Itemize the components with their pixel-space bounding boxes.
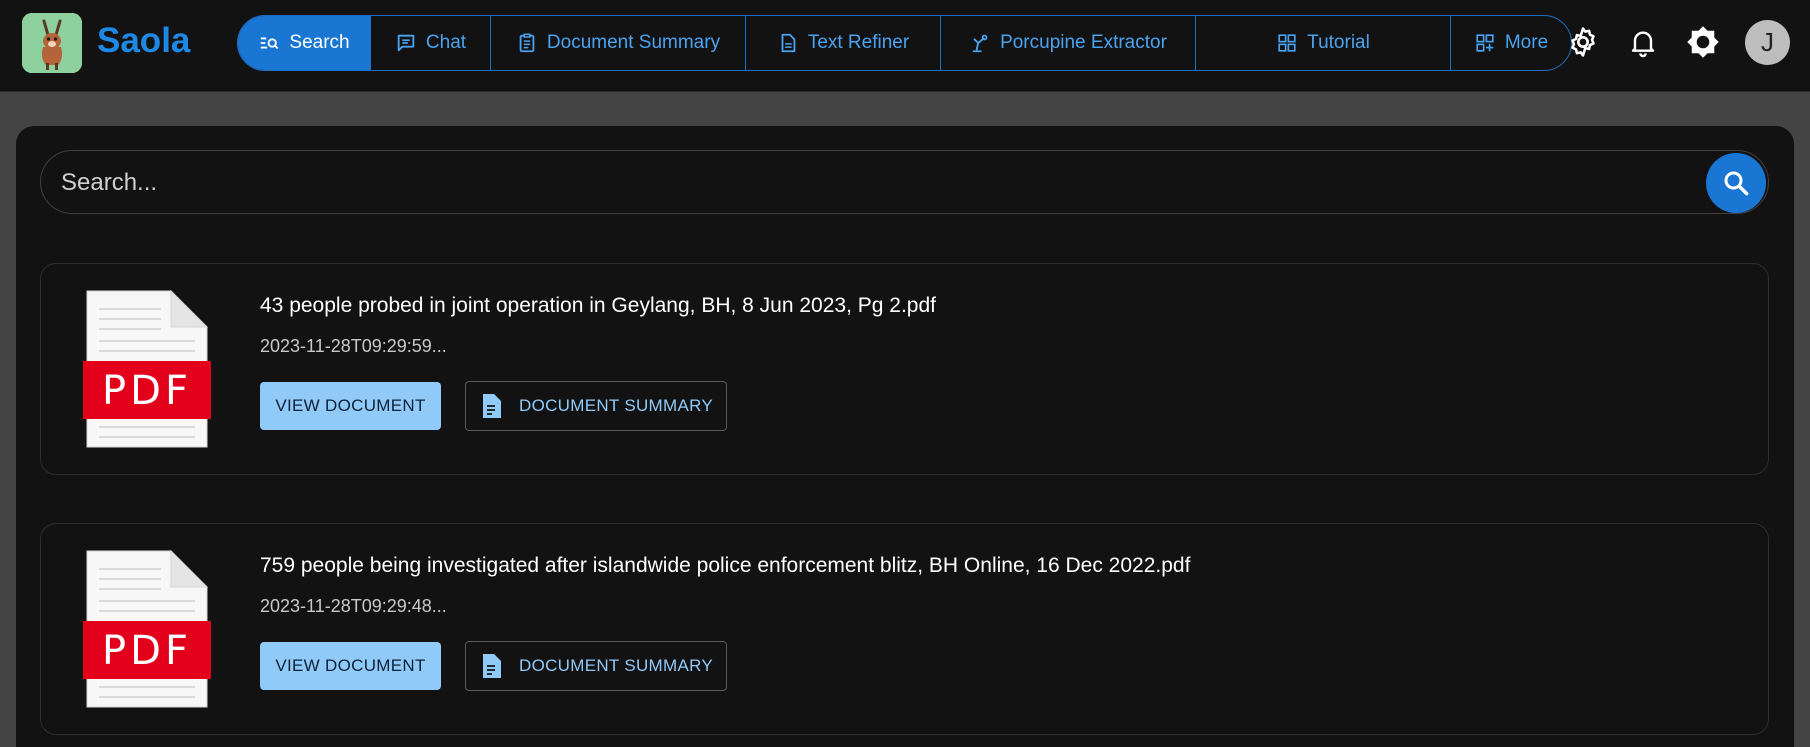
nav-tab-more[interactable]: More — [1451, 16, 1571, 70]
document-summary-label: DOCUMENT SUMMARY — [519, 656, 714, 675]
user-avatar[interactable]: J — [1745, 20, 1790, 65]
extractor-icon — [972, 34, 988, 53]
document-summary-button[interactable]: DOCUMENT SUMMARY — [465, 381, 727, 431]
pdf-badge-label: PDF — [102, 628, 192, 674]
nav-tab-label: Chat — [425, 32, 467, 53]
top-app-bar: Saola Search Chat Document Summary Text … — [0, 0, 1810, 92]
document-date: 2023-11-28T09:29:59... — [260, 336, 447, 356]
view-document-button[interactable]: VIEW DOCUMENT — [260, 642, 441, 690]
main-navigation: Search Chat Document Summary Text Refine… — [237, 15, 1572, 71]
notifications-button[interactable] — [1623, 22, 1663, 62]
pdf-badge-label: PDF — [102, 368, 192, 414]
nav-tab-label: Search — [289, 32, 350, 53]
nav-tab-text-refiner[interactable]: Text Refiner — [746, 16, 941, 70]
search-input[interactable] — [61, 163, 1661, 203]
search-icon — [1724, 171, 1749, 196]
nav-tab-document-summary[interactable]: Document Summary — [491, 16, 746, 70]
document-summary-label: DOCUMENT SUMMARY — [519, 396, 714, 415]
description-icon — [483, 654, 501, 678]
search-bar — [40, 150, 1769, 214]
search-results-panel: PDF 43 people probed in joint operation … — [16, 126, 1794, 747]
clipboard-icon — [519, 33, 535, 53]
settings-button[interactable] — [1563, 22, 1603, 62]
nav-tab-chat[interactable]: Chat — [371, 16, 491, 70]
chat-icon — [397, 34, 415, 52]
document-summary-button[interactable]: DOCUMENT SUMMARY — [465, 641, 727, 691]
saola-logo[interactable] — [22, 13, 82, 73]
document-icon — [781, 33, 796, 53]
pdf-file-icon: PDF — [83, 289, 211, 448]
view-document-button[interactable]: VIEW DOCUMENT — [260, 382, 441, 430]
document-date: 2023-11-28T09:29:48... — [260, 596, 447, 616]
nav-tab-label: Document Summary — [546, 32, 721, 53]
document-title[interactable]: 759 people being investigated after isla… — [260, 554, 1190, 578]
nav-tab-label: Tutorial — [1307, 32, 1370, 53]
theme-toggle-button[interactable] — [1683, 22, 1723, 62]
pdf-file-icon: PDF — [83, 549, 211, 708]
brightness-icon — [1687, 26, 1719, 58]
result-card: PDF 43 people probed in joint operation … — [40, 263, 1769, 475]
grid-plus-icon — [1476, 34, 1494, 52]
nav-tab-label: Text Refiner — [807, 32, 910, 53]
brand-name: Saola — [97, 21, 191, 60]
bell-icon — [1631, 31, 1655, 58]
nav-tab-search[interactable]: Search — [238, 16, 371, 70]
nav-tab-porcupine-extractor[interactable]: Porcupine Extractor — [941, 16, 1196, 70]
result-card: PDF 759 people being investigated after … — [40, 523, 1769, 735]
gear-icon — [1571, 27, 1595, 57]
document-title[interactable]: 43 people probed in joint operation in G… — [260, 294, 936, 318]
manage-search-icon — [261, 37, 279, 50]
search-button[interactable] — [1706, 153, 1766, 213]
nav-tab-tutorial[interactable]: Tutorial — [1196, 16, 1451, 70]
nav-tab-label: More — [1504, 32, 1549, 53]
description-icon — [483, 394, 501, 418]
nav-tab-label: Porcupine Extractor — [1000, 32, 1167, 53]
grid-icon — [1278, 34, 1296, 52]
